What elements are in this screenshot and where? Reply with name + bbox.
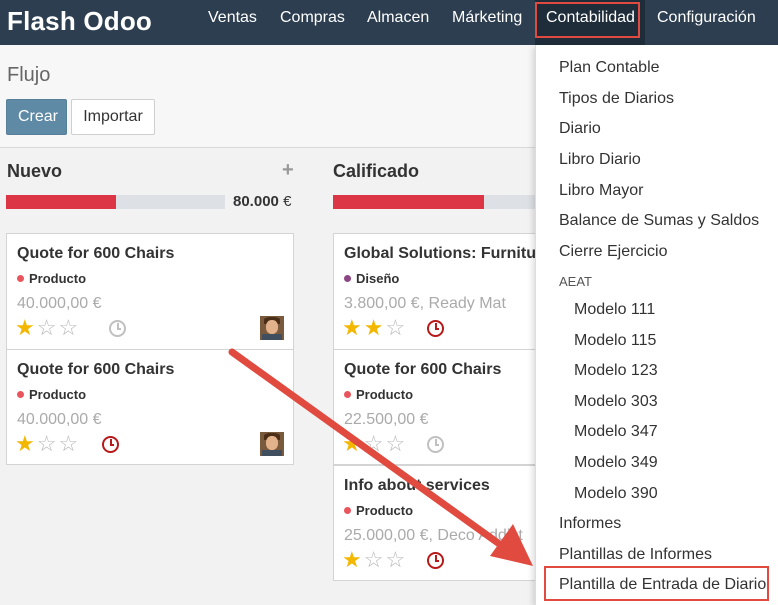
card-title: Global Solutions: Furnitures [344,245,560,262]
menu-item-cierre-ejercicio[interactable]: Cierre Ejercicio [559,243,667,261]
menu-item-modelo-349[interactable]: Modelo 349 [574,454,658,472]
star-empty-icon[interactable]: ☆ [385,431,407,456]
card-title: Quote for 600 Chairs [17,245,175,262]
card-tag: Producto [344,387,413,402]
create-button[interactable]: Crear [6,99,67,135]
menu-section-aeat: AEAT [559,274,592,289]
activity-clock-icon[interactable] [109,320,126,337]
tag-dot-icon [344,507,351,514]
priority-stars[interactable]: ★☆☆ [342,547,407,573]
priority-stars[interactable]: ★☆☆ [15,431,80,457]
import-button[interactable]: Importar [71,99,155,135]
star-filled-icon[interactable]: ★ [15,315,37,340]
tag-dot-icon [344,275,351,282]
menu-item-libro-mayor[interactable]: Libro Mayor [559,182,643,200]
card-title: Quote for 600 Chairs [344,361,502,378]
activity-clock-icon[interactable] [427,552,444,569]
tag-dot-icon [17,275,24,282]
card-tag: Diseño [344,271,399,286]
activity-clock-icon[interactable] [427,436,444,453]
plus-icon[interactable]: + [282,159,294,182]
menu-item-informes[interactable]: Informes [559,515,621,533]
tag-dot-icon [17,391,24,398]
star-empty-icon[interactable]: ☆ [385,315,407,340]
page-title: Flujo [7,64,51,86]
progress-fill-calificado [333,195,484,209]
card-amount: 25.000,00 €, Deco Addict [344,527,523,544]
card-tag: Producto [344,503,413,518]
menu-item-diario[interactable]: Diario [559,120,601,138]
menu-item-modelo-111[interactable]: Modelo 111 [574,301,655,319]
menu-configuracion[interactable]: Configuración [657,9,756,27]
card-amount: 40.000,00 € [17,411,102,428]
menu-item-modelo-115[interactable]: Modelo 115 [574,332,656,350]
menu-item-modelo-123[interactable]: Modelo 123 [574,362,658,380]
star-empty-icon[interactable]: ☆ [58,315,80,340]
menu-item-plan-contable[interactable]: Plan Contable [559,59,660,77]
app-brand[interactable]: Flash Odoo [7,6,152,37]
kanban-card[interactable]: Quote for 600 Chairs Producto 22.500,00 … [333,349,543,465]
card-amount: 3.800,00 €, Ready Mat [344,295,506,312]
menu-item-modelo-347[interactable]: Modelo 347 [574,423,658,441]
card-tag: Producto [17,271,86,286]
menu-item-balance-sumas-saldos[interactable]: Balance de Sumas y Saldos [559,212,759,230]
card-title: Info about services [344,477,490,494]
star-filled-icon[interactable]: ★ [342,547,364,572]
star-filled-icon[interactable]: ★ [342,315,364,340]
star-empty-icon[interactable]: ☆ [385,547,407,572]
column-title-calificado: Calificado [333,161,420,181]
kanban-card[interactable]: Quote for 600 Chairs Producto 40.000,00 … [6,349,294,465]
column-total: 80.000 € [233,193,292,210]
card-title: Quote for 600 Chairs [17,361,175,378]
tag-dot-icon [344,391,351,398]
menu-item-modelo-390[interactable]: Modelo 390 [574,485,658,503]
star-empty-icon[interactable]: ☆ [364,547,386,572]
menu-ventas[interactable]: Ventas [208,9,257,27]
priority-stars[interactable]: ★☆☆ [15,315,80,341]
menu-marketing[interactable]: Márketing [452,9,522,27]
menu-item-plantillas-informes[interactable]: Plantillas de Informes [559,546,712,564]
activity-clock-icon[interactable] [102,436,119,453]
kanban-card[interactable]: Global Solutions: Furnitures Diseño 3.80… [333,233,560,350]
card-amount: 40.000,00 € [17,295,102,312]
menu-item-tipos-de-diarios[interactable]: Tipos de Diarios [559,90,674,108]
activity-clock-icon[interactable] [427,320,444,337]
star-empty-icon[interactable]: ☆ [37,431,59,456]
kanban-card[interactable]: Quote for 600 Chairs Producto 40.000,00 … [6,233,294,350]
avatar [260,432,284,456]
star-filled-icon[interactable]: ★ [15,431,37,456]
card-amount: 22.500,00 € [344,411,429,428]
star-empty-icon[interactable]: ☆ [37,315,59,340]
star-empty-icon[interactable]: ☆ [58,431,80,456]
progress-fill-nuevo [6,195,116,209]
star-filled-icon[interactable]: ★ [342,431,364,456]
avatar [260,316,284,340]
menu-compras[interactable]: Compras [280,9,345,27]
menu-item-libro-diario[interactable]: Libro Diario [559,151,641,169]
star-filled-icon[interactable]: ★ [364,315,386,340]
column-title-nuevo: Nuevo [7,161,63,181]
star-empty-icon[interactable]: ☆ [364,431,386,456]
card-tag: Producto [17,387,86,402]
menu-item-modelo-303[interactable]: Modelo 303 [574,393,658,411]
menu-almacen[interactable]: Almacen [367,9,429,27]
priority-stars[interactable]: ★☆☆ [342,431,407,457]
menu-item-highlight-box [544,566,769,601]
kanban-card[interactable]: Info about services Producto 25.000,00 €… [333,465,543,581]
priority-stars[interactable]: ★★☆ [342,315,407,341]
menu-contabilidad-highlight [535,2,640,38]
